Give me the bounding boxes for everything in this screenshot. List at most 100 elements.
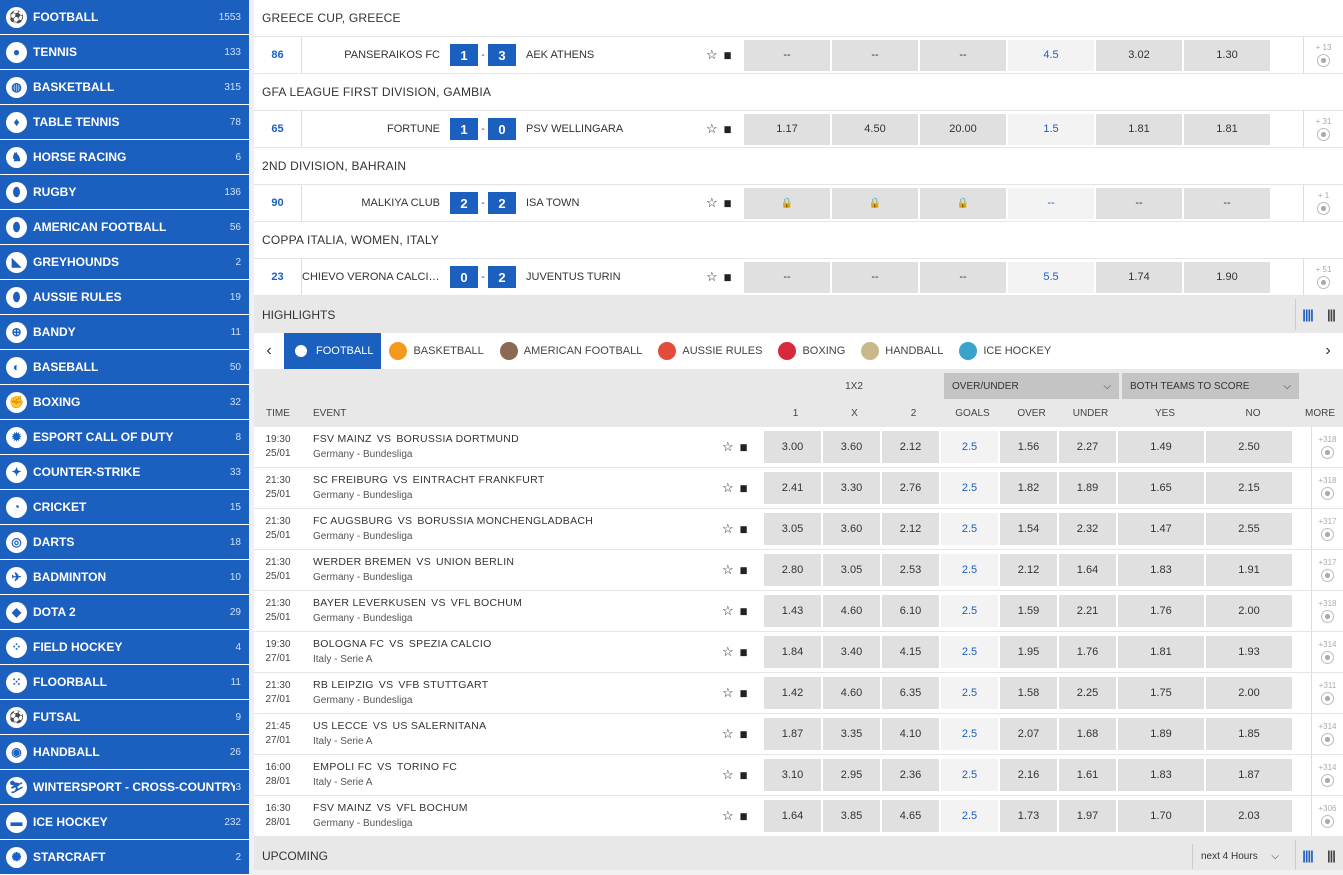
more-markets[interactable]: + 31 [1303, 111, 1343, 147]
odds-button[interactable]: 1.85 [1206, 718, 1292, 750]
stats-icon[interactable]: ▮▮ [740, 647, 748, 658]
odds-button[interactable]: 3.05 [764, 513, 821, 545]
odds-button[interactable]: -- [744, 261, 830, 293]
odds-button[interactable]: 2.12 [882, 513, 939, 545]
odds-button[interactable]: 3.60 [823, 431, 880, 463]
chevron-right-icon[interactable]: › [1313, 342, 1343, 360]
more-markets[interactable]: + 1 [1303, 185, 1343, 221]
odds-button[interactable]: 1.65 [1118, 472, 1204, 504]
odds-button[interactable]: 4.65 [882, 800, 939, 832]
star-icon[interactable]: ☆ [722, 480, 734, 496]
stats-icon[interactable]: ▮▮ [740, 688, 748, 699]
stats-icon[interactable]: ▮▮ [740, 811, 748, 822]
more-markets[interactable]: +318 [1311, 468, 1343, 508]
odds-button[interactable]: 3.02 [1096, 39, 1182, 71]
star-icon[interactable]: ☆ [722, 685, 734, 701]
odds-button[interactable]: 2.16 [1000, 759, 1057, 791]
odds-button[interactable]: 6.35 [882, 677, 939, 709]
odds-button[interactable]: 1.58 [1000, 677, 1057, 709]
sidebar-item-esport-call-of-duty[interactable]: ✹ ESPORT CALL OF DUTY 8 [0, 420, 249, 455]
odds-button[interactable]: 4.60 [823, 595, 880, 627]
odds-button[interactable]: -- [744, 39, 830, 71]
odds-button[interactable]: 1.49 [1118, 431, 1204, 463]
sidebar-item-ice-hockey[interactable]: ▬ ICE HOCKEY 232 [0, 805, 249, 840]
odds-button[interactable]: 1.82 [1000, 472, 1057, 504]
odds-button[interactable]: 2.15 [1206, 472, 1292, 504]
odds-button[interactable]: 1.81 [1118, 636, 1204, 668]
stats-icon[interactable]: ▮▮ [740, 565, 748, 576]
odds-button[interactable]: 1.90 [1184, 261, 1270, 293]
more-markets[interactable]: +318 [1311, 427, 1343, 467]
tab-boxing[interactable]: BOXING [770, 333, 853, 369]
more-markets[interactable]: +314 [1311, 714, 1343, 754]
odds-button[interactable]: 4.50 [832, 113, 918, 145]
stats-icon[interactable]: ▮▮ [724, 124, 732, 135]
event-info[interactable]: SC FREIBURG VS EINTRACHT FRANKFURT Germany … [302, 473, 722, 503]
odds-button[interactable]: 1.64 [764, 800, 821, 832]
odds-button[interactable]: 1.83 [1118, 759, 1204, 791]
sidebar-item-rugby[interactable]: ⬮ RUGBY 136 [0, 175, 249, 210]
odds-button[interactable]: 1.47 [1118, 513, 1204, 545]
sidebar-item-table-tennis[interactable]: ♦ TABLE TENNIS 78 [0, 105, 249, 140]
tab-basketball[interactable]: BASKETBALL [381, 333, 491, 369]
more-markets[interactable]: + 13 [1303, 37, 1343, 73]
odds-button[interactable]: 1.81 [1184, 113, 1270, 145]
sidebar-item-floorball[interactable]: ⁙ FLOORBALL 11 [0, 665, 249, 700]
odds-button[interactable]: 4.60 [823, 677, 880, 709]
odds-button[interactable]: 3.30 [823, 472, 880, 504]
lock-icon[interactable]: 🔒 [920, 187, 1006, 219]
event-info[interactable]: US LECCE VS US SALERNITANA Italy - Serie A [302, 719, 722, 749]
star-icon[interactable]: ☆ [706, 121, 718, 137]
odds-button[interactable]: 4.10 [882, 718, 939, 750]
tab-american-football[interactable]: AMERICAN FOOTBALL [492, 333, 651, 369]
sidebar-item-basketball[interactable]: ◍ BASKETBALL 315 [0, 70, 249, 105]
odds-button[interactable]: 1.87 [1206, 759, 1292, 791]
odds-button[interactable]: 1.64 [1059, 554, 1116, 586]
odds-button[interactable]: 1.89 [1059, 472, 1116, 504]
stats-icon[interactable]: ▮▮ [724, 198, 732, 209]
more-markets[interactable]: +318 [1311, 591, 1343, 631]
sidebar-item-american-football[interactable]: ⬮ AMERICAN FOOTBALL 56 [0, 210, 249, 245]
sidebar-item-badminton[interactable]: ✈ BADMINTON 10 [0, 560, 249, 595]
sidebar-item-futsal[interactable]: ⚽ FUTSAL 9 [0, 700, 249, 735]
sidebar-item-baseball[interactable]: ◐ BASEBALL 50 [0, 350, 249, 385]
odds-button[interactable]: 3.40 [823, 636, 880, 668]
star-icon[interactable]: ☆ [722, 603, 734, 619]
btts-dropdown[interactable]: BOTH TEAMS TO SCORE ⌵ [1122, 373, 1299, 399]
odds-button[interactable]: 1.43 [764, 595, 821, 627]
event-info[interactable]: FSV MAINZ VS VFL BOCHUM Germany - Bundeslig… [302, 801, 722, 831]
odds-button[interactable]: 1.61 [1059, 759, 1116, 791]
chevron-left-icon[interactable]: ‹ [254, 342, 284, 360]
odds-button[interactable]: 1.42 [764, 677, 821, 709]
odds-button[interactable]: 1.83 [1118, 554, 1204, 586]
event-info[interactable]: EMPOLI FC VS TORINO FC Italy - Serie A [302, 760, 722, 790]
sidebar-item-handball[interactable]: ◉ HANDBALL 26 [0, 735, 249, 770]
star-icon[interactable]: ☆ [722, 562, 734, 578]
stats-icon[interactable]: ▮▮ [740, 729, 748, 740]
star-icon[interactable]: ☆ [722, 808, 734, 824]
odds-button[interactable]: 1.95 [1000, 636, 1057, 668]
event-info[interactable]: RB LEIPZIG VS VFB STUTTGART Germany - Bunde… [302, 678, 722, 708]
odds-button[interactable]: 1.56 [1000, 431, 1057, 463]
odds-button[interactable]: 2.41 [764, 472, 821, 504]
sidebar-item-cricket[interactable]: ◔ CRICKET 15 [0, 490, 249, 525]
event-info[interactable]: FSV MAINZ VS BORUSSIA DORTMUND Germany - Bu… [302, 432, 722, 462]
odds-button[interactable]: 1.81 [1096, 113, 1182, 145]
sidebar-item-darts[interactable]: ◎ DARTS 18 [0, 525, 249, 560]
sidebar-item-field-hockey[interactable]: ⁘ FIELD HOCKEY 4 [0, 630, 249, 665]
over-under-dropdown[interactable]: OVER/UNDER ⌵ [944, 373, 1119, 399]
odds-button[interactable]: 2.12 [882, 431, 939, 463]
lock-icon[interactable]: 🔒 [832, 187, 918, 219]
odds-button[interactable]: 2.32 [1059, 513, 1116, 545]
more-markets[interactable]: +306 [1311, 796, 1343, 836]
odds-button[interactable]: 1.73 [1000, 800, 1057, 832]
event-info[interactable]: FC AUGSBURG VS BORUSSIA MONCHENGLADBACH Ger… [302, 514, 722, 544]
odds-button[interactable]: -- [832, 39, 918, 71]
odds-button[interactable]: 1.68 [1059, 718, 1116, 750]
odds-button[interactable]: 6.10 [882, 595, 939, 627]
odds-button[interactable]: 2.36 [882, 759, 939, 791]
more-markets[interactable]: +317 [1311, 509, 1343, 549]
view-expanded-button[interactable]: ||| [1319, 840, 1343, 870]
odds-button[interactable]: 1.97 [1059, 800, 1116, 832]
star-icon[interactable]: ☆ [722, 521, 734, 537]
